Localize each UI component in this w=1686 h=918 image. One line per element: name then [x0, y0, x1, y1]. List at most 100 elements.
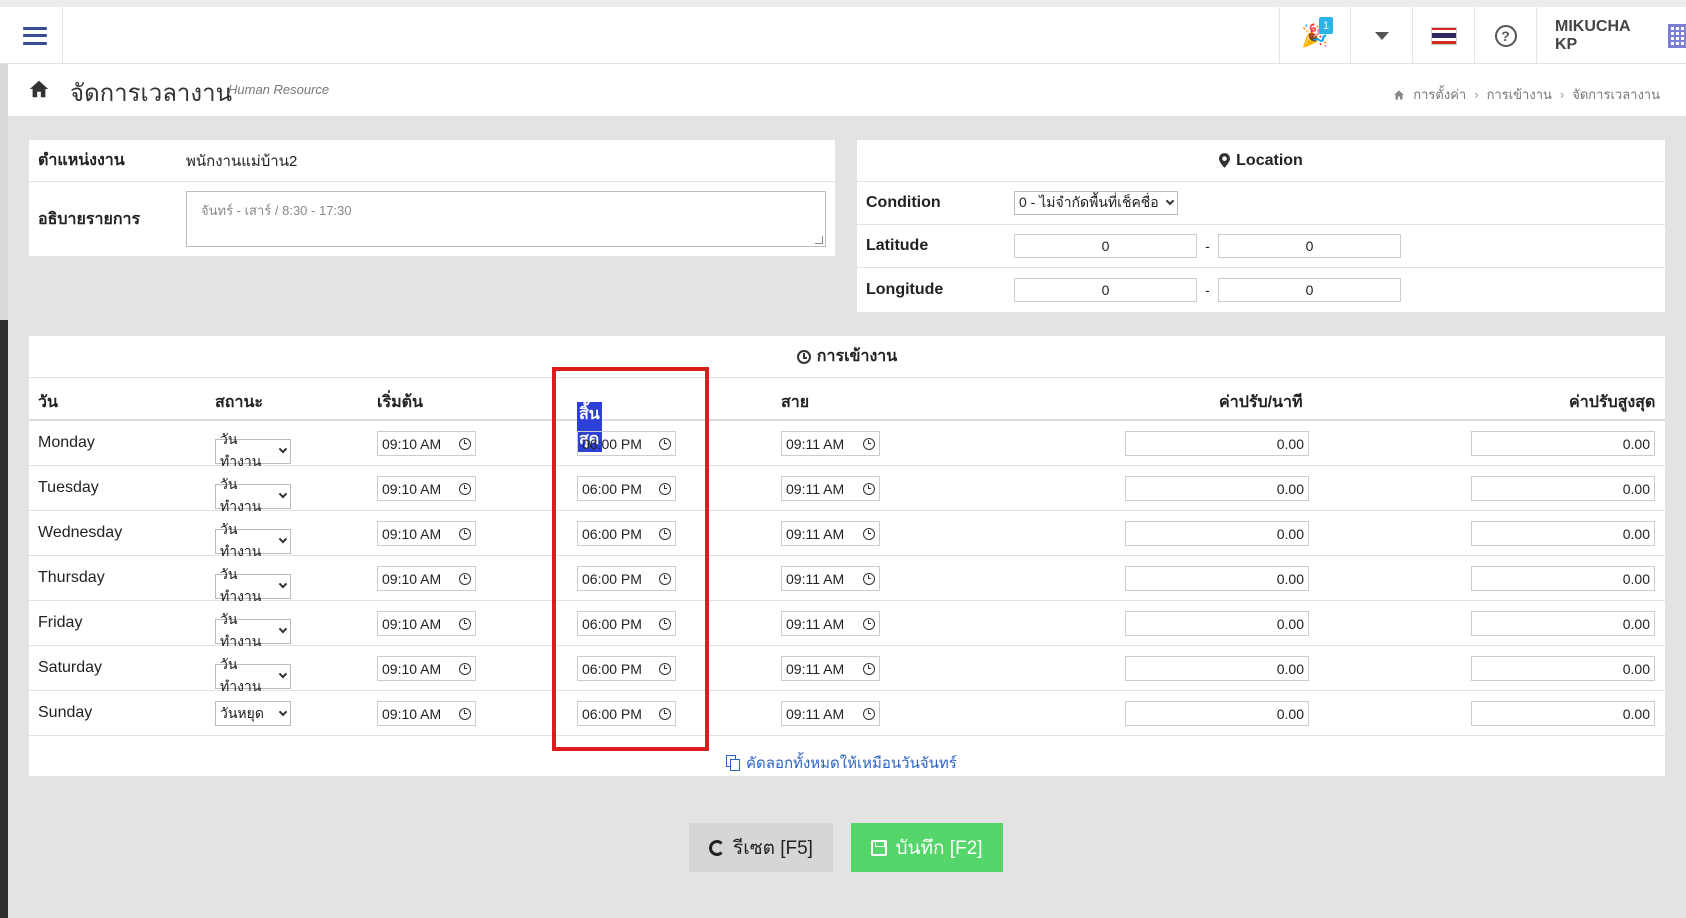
clock-icon[interactable]	[863, 482, 875, 495]
clock-icon[interactable]	[659, 482, 671, 495]
save-button[interactable]: บันทึก [F2]	[851, 823, 1003, 872]
clock-icon[interactable]	[659, 707, 671, 720]
attendance-table-header: วัน สถานะ เริ่มต้น สิ้นสุด สาย ค่าปรับ/น…	[29, 378, 1665, 452]
status-select[interactable]: วันทำงาน	[215, 476, 291, 514]
clock-icon[interactable]	[659, 572, 671, 585]
start-time-input[interactable]: 09:10 AM	[377, 656, 476, 681]
fine-per-min-input[interactable]: 0.00	[1125, 701, 1309, 726]
chevron-right-icon: ›	[1474, 87, 1479, 102]
save-disk-icon	[871, 839, 888, 856]
help-button[interactable]: ?	[1474, 7, 1536, 64]
fine-max-input[interactable]: 0.00	[1471, 431, 1655, 456]
status-select[interactable]: วันทำงาน	[215, 566, 291, 604]
fine-max-input[interactable]: 0.00	[1471, 701, 1655, 726]
clock-icon[interactable]	[863, 617, 875, 630]
fine-per-min-input[interactable]: 0.00	[1125, 431, 1309, 456]
home-icon[interactable]	[28, 78, 50, 100]
start-time-input[interactable]: 09:10 AM	[377, 566, 476, 591]
clock-icon[interactable]	[863, 707, 875, 720]
clock-icon[interactable]	[459, 662, 471, 675]
status-select[interactable]: วันหยุด	[215, 701, 291, 726]
dropdown-toggle-button[interactable]	[1350, 7, 1412, 64]
late-time-input[interactable]: 09:11 AM	[781, 566, 880, 591]
end-time-input[interactable]: 06:00 PM	[577, 701, 676, 726]
fine-max-input[interactable]: 0.00	[1471, 521, 1655, 546]
day-label: Thursday	[38, 569, 105, 586]
end-time-input[interactable]: 06:00 PM	[577, 656, 676, 681]
longitude-label: Longitude	[866, 280, 944, 298]
longitude-to-input[interactable]: 0	[1218, 277, 1401, 302]
fine-max-input[interactable]: 0.00	[1471, 566, 1655, 591]
end-time-input[interactable]: 06:00 PM	[577, 611, 676, 636]
user-menu[interactable]: MIKUCHA KP	[1536, 7, 1686, 64]
table-row: Monday วันทำงาน 09:10 AM 06:00 PM 09:11 …	[29, 421, 1665, 469]
clock-icon[interactable]	[459, 482, 471, 495]
language-button[interactable]	[1412, 7, 1474, 64]
end-time-value: 06:00 PM	[582, 525, 642, 542]
status-select[interactable]: วันทำงาน	[215, 611, 291, 649]
clock-icon[interactable]	[863, 527, 875, 540]
breadcrumb-attendance[interactable]: การเข้างาน	[1487, 84, 1552, 105]
clock-icon[interactable]	[459, 572, 471, 585]
notifications-button[interactable]: 🎉 1	[1279, 7, 1350, 64]
fine-per-min-input[interactable]: 0.00	[1125, 611, 1309, 636]
late-time-input[interactable]: 09:11 AM	[781, 521, 880, 546]
end-time-value: 06:00 PM	[582, 660, 642, 677]
longitude-from-input[interactable]: 0	[1014, 277, 1197, 302]
clock-icon[interactable]	[459, 527, 471, 540]
end-time-input[interactable]: 06:00 PM	[577, 431, 676, 456]
condition-label: Condition	[866, 194, 941, 211]
table-row: Sunday วันหยุด 09:10 AM 06:00 PM 09:11 A…	[29, 691, 1665, 736]
latitude-to-input[interactable]: 0	[1218, 234, 1401, 258]
clock-icon[interactable]	[659, 662, 671, 675]
menu-toggle-button[interactable]	[8, 7, 63, 64]
status-value: วันหยุด	[220, 704, 264, 721]
end-time-input[interactable]: 06:00 PM	[577, 521, 676, 546]
fine-max-input[interactable]: 0.00	[1471, 476, 1655, 501]
late-time-input[interactable]: 09:11 AM	[781, 476, 880, 501]
clock-icon[interactable]	[459, 437, 471, 450]
late-time-input[interactable]: 09:11 AM	[781, 656, 880, 681]
latitude-from-input[interactable]: 0	[1014, 234, 1197, 258]
clock-icon[interactable]	[659, 617, 671, 630]
start-time-input[interactable]: 09:10 AM	[377, 476, 476, 501]
clock-icon[interactable]	[863, 572, 875, 585]
start-time-input[interactable]: 09:10 AM	[377, 431, 476, 456]
resize-grip-icon[interactable]	[815, 236, 823, 244]
status-select[interactable]: วันทำงาน	[215, 656, 291, 694]
chevron-down-icon	[279, 534, 288, 544]
attendance-rows: Monday วันทำงาน 09:10 AM 06:00 PM 09:11 …	[29, 421, 1665, 736]
fine-per-min-input[interactable]: 0.00	[1125, 656, 1309, 681]
status-select[interactable]: วันทำงาน	[215, 521, 291, 559]
end-time-input[interactable]: 06:00 PM	[577, 566, 676, 591]
late-time-input[interactable]: 09:11 AM	[781, 611, 880, 636]
attendance-header: การเข้างาน	[29, 336, 1665, 378]
clock-icon[interactable]	[659, 527, 671, 540]
fine-per-min-input[interactable]: 0.00	[1125, 521, 1309, 546]
clock-icon[interactable]	[863, 662, 875, 675]
late-time-input[interactable]: 09:11 AM	[781, 701, 880, 726]
clock-icon[interactable]	[459, 617, 471, 630]
copy-monday-link[interactable]: คัดลอกทั้งหมดให้เหมือนวันจันทร์	[726, 751, 957, 775]
start-time-input[interactable]: 09:10 AM	[377, 521, 476, 546]
start-time-input[interactable]: 09:10 AM	[377, 701, 476, 726]
start-time-input[interactable]: 09:10 AM	[377, 611, 476, 636]
status-select-wrap: วันทำงาน	[215, 521, 291, 559]
breadcrumb-home-icon[interactable]	[1393, 89, 1405, 101]
clock-icon[interactable]	[459, 707, 471, 720]
clock-icon[interactable]	[863, 437, 875, 450]
description-textarea[interactable]: จันทร์ - เสาร์ / 8:30 - 17:30	[186, 191, 826, 247]
fine-per-min-input[interactable]: 0.00	[1125, 476, 1309, 501]
fine-per-min-input[interactable]: 0.00	[1125, 566, 1309, 591]
col-start: เริ่มต้น	[377, 394, 423, 411]
reset-button[interactable]: รีเซต [F5]	[689, 823, 833, 872]
fine-max-input[interactable]: 0.00	[1471, 656, 1655, 681]
condition-select[interactable]: 0 - ไม่จำกัดพื้นที่เช็คชื่อ	[1014, 191, 1178, 215]
status-select[interactable]: วันทำงาน	[215, 431, 291, 469]
clock-icon[interactable]	[659, 437, 671, 450]
breadcrumb-settings[interactable]: การตั้งค่า	[1413, 84, 1466, 105]
late-time-input[interactable]: 09:11 AM	[781, 431, 880, 456]
late-time-value: 09:11 AM	[786, 705, 845, 722]
fine-max-input[interactable]: 0.00	[1471, 611, 1655, 636]
end-time-input[interactable]: 06:00 PM	[577, 476, 676, 501]
